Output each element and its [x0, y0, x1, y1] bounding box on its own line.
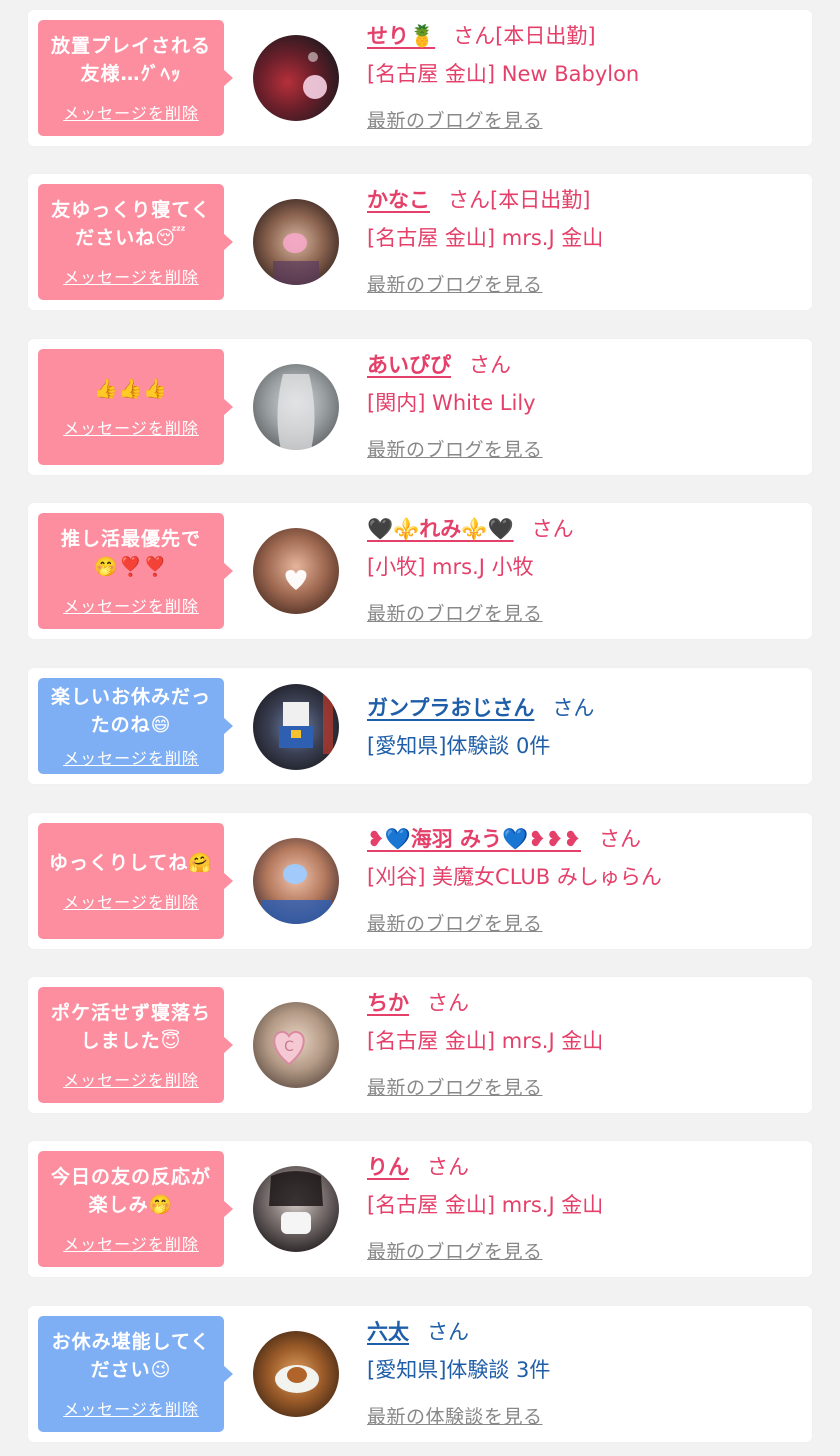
message-text: 今日の友の反応が 楽しみ🤭	[50, 1166, 211, 1216]
latest-blog-link[interactable]: 最新のブログを見る	[367, 1237, 543, 1264]
name-suffix: さん	[427, 991, 469, 1015]
avatar[interactable]	[253, 684, 339, 770]
member-name-link[interactable]: ガンプラおじさん	[367, 696, 534, 720]
review-count: [愛知県]体験談 0件	[367, 734, 551, 758]
latest-blog-link[interactable]: 最新のブログを見る	[367, 1073, 543, 1100]
name-suffix: さん	[427, 1155, 469, 1179]
member-name-link[interactable]: せり🍍	[367, 24, 435, 48]
delete-message-link[interactable]: メッセージを削除	[63, 415, 199, 439]
member-name-link[interactable]: かなこ	[367, 188, 430, 212]
name-suffix: さん	[531, 517, 574, 541]
shop-name: [小牧] mrs.J 小牧	[367, 555, 534, 579]
message-text: お休み堪能してく ださい😉	[51, 1331, 211, 1381]
shop-name: [名古屋 金山] New Babylon	[367, 62, 640, 86]
message-bubble: ポケ活せず寝落ち しました😇 メッセージを削除	[38, 987, 233, 1103]
avatar[interactable]	[253, 1166, 339, 1252]
message-text: ポケ活せず寝落ち しました😇	[50, 1002, 211, 1052]
member-name-link[interactable]: ちか	[367, 991, 409, 1015]
message-bubble: 楽しいお休みだっ たのね😄 メッセージを削除	[38, 678, 233, 774]
message-card: 👍👍👍 メッセージを削除 あいぴぴ さん [関内] White Lily 最新のブ…	[28, 339, 812, 475]
message-bubble: お休み堪能してく ださい😉 メッセージを削除	[38, 1316, 233, 1432]
delete-message-link[interactable]: メッセージを削除	[63, 264, 199, 288]
message-card: 友ゆっくり寝てく ださいね😴 メッセージを削除 かなこ さん[本日出勤] [名古屋 …	[28, 174, 812, 310]
latest-blog-link[interactable]: 最新のブログを見る	[367, 909, 543, 936]
message-bubble: 👍👍👍 メッセージを削除	[38, 349, 233, 465]
name-suffix: さん	[552, 696, 595, 720]
message-text: ゆっくりしてね🤗	[48, 852, 214, 874]
shop-name: [刈谷] 美魔女CLUB みしゅらん	[367, 865, 662, 889]
message-text: 友ゆっくり寝てく ださいね😴	[51, 199, 211, 249]
avatar[interactable]	[253, 838, 339, 924]
delete-message-link[interactable]: メッセージを削除	[63, 889, 199, 913]
delete-message-link[interactable]: メッセージを削除	[63, 745, 199, 769]
name-suffix: さん[本日出勤]	[448, 188, 591, 212]
message-card: 推し活最優先で 🤭❣️❣️ メッセージを削除 🖤⚜️れみ⚜️🖤 さん [小牧] mr…	[28, 503, 812, 639]
name-suffix: さん	[469, 353, 511, 377]
latest-blog-link[interactable]: 最新のブログを見る	[367, 106, 543, 133]
member-name-link[interactable]: ❥💙海羽 みう💙❥❥❥	[367, 827, 581, 851]
message-text: 放置プレイされる 友様…ｸﾞﾍｯ	[50, 35, 211, 85]
latest-blog-link[interactable]: 最新のブログを見る	[367, 435, 543, 462]
message-bubble: 放置プレイされる 友様…ｸﾞﾍｯ メッセージを削除	[38, 20, 233, 136]
delete-message-link[interactable]: メッセージを削除	[63, 593, 199, 617]
avatar[interactable]: C	[253, 1002, 339, 1088]
delete-message-link[interactable]: メッセージを削除	[63, 1067, 199, 1091]
shop-name: [名古屋 金山] mrs.J 金山	[367, 1029, 604, 1053]
message-card: 今日の友の反応が 楽しみ🤭 メッセージを削除 りん さん [名古屋 金山] mrs.…	[28, 1141, 812, 1277]
message-bubble: 推し活最優先で 🤭❣️❣️ メッセージを削除	[38, 513, 233, 629]
message-card: 楽しいお休みだっ たのね😄 メッセージを削除 ガンプラおじさん さん [愛知県]体験…	[28, 668, 812, 784]
message-bubble: ゆっくりしてね🤗 メッセージを削除	[38, 823, 233, 939]
message-text: 推し活最優先で 🤭❣️❣️	[60, 528, 201, 578]
message-bubble: 今日の友の反応が 楽しみ🤭 メッセージを削除	[38, 1151, 233, 1267]
shop-name: [名古屋 金山] mrs.J 金山	[367, 1193, 604, 1217]
message-card: ポケ活せず寝落ち しました😇 メッセージを削除 C ちか さん [名古屋 金山] m…	[28, 977, 812, 1113]
message-card: 放置プレイされる 友様…ｸﾞﾍｯ メッセージを削除 せり🍍 さん[本日出勤] [名古…	[28, 10, 812, 146]
shop-name: [名古屋 金山] mrs.J 金山	[367, 226, 604, 250]
member-name-link[interactable]: りん	[367, 1155, 409, 1179]
delete-message-link[interactable]: メッセージを削除	[63, 1231, 199, 1255]
message-card: お休み堪能してく ださい😉 メッセージを削除 六太 さん [愛知県]体験談 3件 最…	[28, 1306, 812, 1442]
name-suffix: さん	[427, 1320, 469, 1344]
latest-review-link[interactable]: 最新の体験談を見る	[367, 1402, 543, 1429]
delete-message-link[interactable]: メッセージを削除	[63, 1396, 199, 1420]
message-bubble: 友ゆっくり寝てく ださいね😴 メッセージを削除	[38, 184, 233, 300]
message-text: 👍👍👍	[94, 378, 168, 400]
message-card: ゆっくりしてね🤗 メッセージを削除 ❥💙海羽 みう💙❥❥❥ さん [刈谷] 美魔女…	[28, 813, 812, 949]
avatar[interactable]	[253, 35, 339, 121]
member-name-link[interactable]: 六太	[367, 1320, 409, 1344]
name-suffix: さん	[599, 827, 641, 851]
delete-message-link[interactable]: メッセージを削除	[63, 100, 199, 124]
avatar[interactable]	[253, 1331, 339, 1417]
avatar[interactable]	[253, 528, 339, 614]
svg-text:C: C	[284, 1039, 294, 1055]
message-text: 楽しいお休みだっ たのね😄	[50, 686, 211, 736]
review-count: [愛知県]体験談 3件	[367, 1358, 551, 1382]
latest-blog-link[interactable]: 最新のブログを見る	[367, 270, 543, 297]
member-name-link[interactable]: あいぴぴ	[367, 353, 451, 377]
avatar[interactable]	[253, 199, 339, 285]
member-name-link[interactable]: 🖤⚜️れみ⚜️🖤	[367, 517, 514, 541]
avatar[interactable]	[253, 364, 339, 450]
name-suffix: さん[本日出勤]	[453, 24, 596, 48]
latest-blog-link[interactable]: 最新のブログを見る	[367, 599, 543, 626]
message-list: 放置プレイされる 友様…ｸﾞﾍｯ メッセージを削除 せり🍍 さん[本日出勤] [名古…	[0, 0, 840, 1456]
shop-name: [関内] White Lily	[367, 391, 536, 415]
